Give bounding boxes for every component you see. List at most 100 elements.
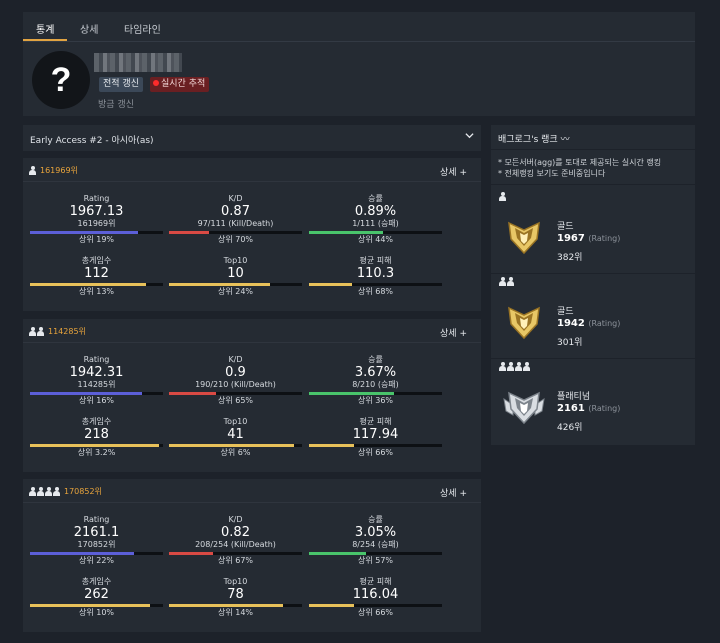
person-icon <box>37 327 44 336</box>
stat-value: 3.05% <box>354 525 397 540</box>
stat-kd: K/D 0.87 97/111 (Kill/Death) 상위 70% <box>169 193 302 245</box>
person-icon <box>29 327 36 336</box>
chevron-down-icon <box>465 133 474 139</box>
stat-percentile: 상위 44% <box>357 235 394 244</box>
player-name-blurred <box>94 53 182 72</box>
card-header: 114285위 상세 + <box>23 319 481 343</box>
stat-bar <box>169 552 302 555</box>
stat-value: 1967.13 <box>69 204 124 219</box>
stat-percentile: 상위 16% <box>78 396 115 405</box>
stat-bar-fill <box>309 283 352 286</box>
tier-rank: 301위 <box>557 338 583 348</box>
detail-button[interactable]: 상세 + <box>440 486 467 499</box>
stat-sub: 190/210 (Kill/Death) <box>195 380 276 389</box>
stat-percentile: 상위 66% <box>357 608 394 617</box>
tab-timeline[interactable]: 타임라인 <box>124 21 161 36</box>
stat-bar-fill <box>309 231 384 234</box>
stat-bar-fill <box>30 604 150 607</box>
mode-icons <box>499 277 514 286</box>
stat-rating: Rating 1942.31 114285위 상위 16% <box>30 354 163 406</box>
stat-bar <box>169 604 302 607</box>
stat-label: Top10 <box>223 577 248 586</box>
rank-note-2: * 전체랭킹 보기도 준비중입니다 <box>498 169 606 178</box>
stat-bar <box>169 392 302 395</box>
stat-value: 218 <box>84 427 109 442</box>
live-track-button[interactable]: 실시간 추적 <box>150 77 210 92</box>
tab-stats[interactable]: 통계 <box>36 21 54 36</box>
stat-bar-fill <box>169 444 295 447</box>
stat-bar-fill <box>169 392 216 395</box>
stat-card-solo: 161969위 상세 + Rating 1967.13 161969위 상위 19% K/D… <box>23 158 481 311</box>
stat-bar-fill <box>30 552 134 555</box>
person-icon <box>499 362 506 371</box>
stat-rating: Rating 1967.13 161969위 상위 19% <box>30 193 163 245</box>
stat-percentile: 상위 67% <box>217 556 254 565</box>
active-tab-indicator <box>23 39 67 41</box>
mode-icons <box>499 192 506 201</box>
stat-percentile: 상위 68% <box>357 287 394 296</box>
stat-sub: 208/254 (Kill/Death) <box>195 540 276 549</box>
stat-percentile: 상위 13% <box>78 287 115 296</box>
stat-sub: 170852위 <box>77 540 116 549</box>
stat-win: 승률 3.05% 8/254 (승패) 상위 57% <box>309 514 442 566</box>
stat-percentile: 상위 22% <box>78 556 115 565</box>
stat-bar <box>169 444 302 447</box>
person-icon <box>499 192 506 201</box>
rank-note-1: * 모든서버(agg)를 토대로 제공되는 실시간 랭킹 <box>498 158 662 167</box>
stat-value: 262 <box>84 587 109 602</box>
tier-name: 골드 <box>557 222 574 232</box>
season-dropdown[interactable]: Early Access #2 - 아시아(as) <box>23 125 481 151</box>
stat-label: 평균 피해 <box>359 577 392 586</box>
rank-tier-duo: 골드 1942 (Rating) 301위 <box>491 273 695 359</box>
live-track-label: 실시간 추적 <box>161 79 206 89</box>
stat-games: 총게임수 262 상위 10% <box>30 576 163 618</box>
gold-emblem-icon <box>501 215 547 261</box>
stat-bar-fill <box>30 231 138 234</box>
detail-button[interactable]: 상세 + <box>440 326 467 339</box>
tier-rating-unit: (Rating) <box>588 319 621 328</box>
tier-rank: 382위 <box>557 253 583 263</box>
stat-bar-fill <box>30 392 142 395</box>
rank-panel: 배그로그's 랭크 〰 * 모든서버(agg)를 토대로 제공되는 실시간 랭킹… <box>491 125 695 445</box>
stat-sub: 114285위 <box>77 380 116 389</box>
stat-bar <box>30 552 163 555</box>
detail-button[interactable]: 상세 + <box>440 165 467 178</box>
stat-value: 116.04 <box>352 587 399 602</box>
tab-detail[interactable]: 상세 <box>80 21 98 36</box>
stat-win: 승률 3.67% 8/210 (승패) 상위 36% <box>309 354 442 406</box>
refresh-button[interactable]: 전적 갱신 <box>99 77 143 92</box>
stat-value: 110.3 <box>356 266 395 281</box>
stat-sub: 8/254 (승패) <box>352 540 399 549</box>
platinum-emblem-icon <box>501 385 547 431</box>
stat-win: 승률 0.89% 1/111 (승패) 상위 44% <box>309 193 442 245</box>
season-label: Early Access #2 - 아시아(as) <box>30 136 154 146</box>
stat-value: 0.89% <box>354 204 397 219</box>
stat-label: Top10 <box>223 256 248 265</box>
tier-rating-value: 2161 <box>557 403 585 414</box>
stat-percentile: 상위 57% <box>357 556 394 565</box>
stat-label: K/D <box>228 355 243 364</box>
stat-label: K/D <box>228 515 243 524</box>
stat-sub: 1/111 (승패) <box>352 219 399 228</box>
person-icon <box>37 487 44 496</box>
mode-rank: 170852위 <box>64 487 102 496</box>
stat-percentile: 상위 24% <box>217 287 254 296</box>
card-header: 161969위 상세 + <box>23 158 481 182</box>
stat-bar-fill <box>169 552 213 555</box>
stat-bar <box>309 552 442 555</box>
stat-bar <box>30 231 163 234</box>
mode-icons <box>499 362 530 371</box>
person-icon <box>523 362 530 371</box>
stat-value: 41 <box>227 427 244 442</box>
person-icon <box>53 487 60 496</box>
stat-percentile: 상위 36% <box>357 396 394 405</box>
stat-dmg: 평균 피해 116.04 상위 66% <box>309 576 442 618</box>
rank-tier-solo: 골드 1967 (Rating) 382위 <box>491 188 695 274</box>
stat-label: 평균 피해 <box>359 417 392 426</box>
person-icon <box>507 277 514 286</box>
stat-card-squad: 170852위 상세 + Rating 2161.1 170852위 상위 22% K/D 0… <box>23 479 481 632</box>
person-icon <box>29 166 36 175</box>
updated-status: 방금 갱신 <box>98 100 134 110</box>
live-dot-icon <box>153 80 159 86</box>
stat-bar <box>169 231 302 234</box>
